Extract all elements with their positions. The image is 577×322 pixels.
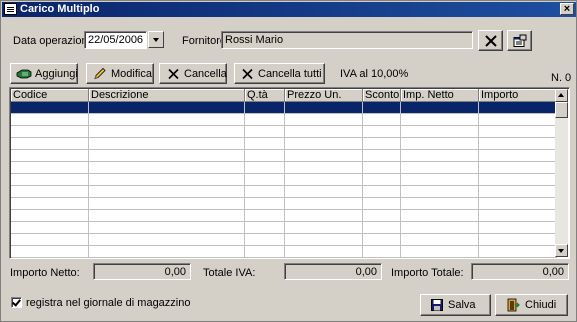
exit-door-icon	[507, 298, 520, 312]
row-count: N. 0	[551, 72, 572, 84]
vat-total-field: 0,00	[284, 263, 382, 280]
delete-all-button-label: Cancella tutti	[258, 67, 322, 80]
column-header-imp-netto[interactable]: Imp. Netto	[401, 89, 479, 102]
document-icon	[4, 3, 17, 15]
supplier-value: Rossi Mario	[225, 34, 284, 46]
edit-button-label: Modifica	[111, 67, 152, 80]
column-header-sconto[interactable]: Sconto	[363, 89, 401, 102]
lookup-icon	[513, 34, 527, 47]
column-header-qta[interactable]: Q.tà	[245, 89, 285, 102]
floppy-icon	[431, 299, 443, 311]
delete-all-button[interactable]: Cancella tutti	[234, 63, 325, 84]
date-value: 22/05/2006	[88, 34, 144, 46]
column-header-codice[interactable]: Codice	[11, 89, 89, 102]
edit-button[interactable]: Modifica	[86, 63, 154, 84]
column-header-importo[interactable]: Importo	[479, 89, 557, 102]
scroll-down-button[interactable]	[555, 244, 568, 257]
net-amount-field: 0,00	[93, 263, 191, 280]
grand-total-value: 0,00	[542, 266, 564, 278]
save-button[interactable]: Salva	[420, 294, 491, 316]
delete-button[interactable]: Cancella	[159, 63, 227, 84]
date-dropdown-button[interactable]	[148, 31, 164, 48]
save-button-label: Salva	[448, 299, 476, 311]
register-checkbox[interactable]	[11, 297, 22, 308]
window-title: Carico Multiplo	[20, 3, 100, 15]
column-divider	[284, 102, 285, 258]
grid-scrollbar[interactable]	[555, 89, 568, 257]
column-header-prezzo[interactable]: Prezzo Un.	[285, 89, 363, 102]
column-divider	[362, 102, 363, 258]
grand-total-field: 0,00	[471, 263, 569, 280]
scroll-thumb[interactable]	[555, 102, 568, 118]
add-hand-icon	[16, 69, 32, 78]
close-window-button[interactable]: ×	[560, 3, 574, 15]
column-divider	[244, 102, 245, 258]
net-amount-label: Importo Netto:	[10, 267, 80, 279]
x-icon	[485, 34, 497, 47]
register-label: registra nel giornale di magazzino	[26, 297, 191, 309]
close-button-label: Chiudi	[525, 299, 557, 311]
items-grid[interactable]: Codice Descrizione Q.tà Prezzo Un. Scont…	[9, 87, 570, 259]
column-divider	[400, 102, 401, 258]
column-divider	[478, 102, 479, 258]
clear-supplier-button[interactable]	[478, 30, 503, 51]
carico-multiplo-window: Carico Multiplo × Data operazione: 22/05…	[0, 0, 577, 322]
grand-total-label: Importo Totale:	[391, 267, 464, 279]
delete-button-label: Cancella	[184, 67, 227, 80]
grid-body	[11, 102, 557, 258]
scroll-up-button[interactable]	[555, 89, 568, 102]
pencil-icon	[94, 67, 106, 79]
vat-info: IVA al 10,00%	[340, 68, 409, 80]
column-divider	[88, 102, 89, 258]
date-field[interactable]: 22/05/2006	[84, 31, 147, 49]
net-amount-value: 0,00	[164, 266, 186, 278]
vat-total-value: 0,00	[355, 266, 377, 278]
grid-header: Codice Descrizione Q.tà Prezzo Un. Scont…	[11, 89, 557, 102]
supplier-field[interactable]: Rossi Mario	[221, 31, 473, 49]
x-icon	[242, 68, 253, 79]
lookup-supplier-button[interactable]	[507, 30, 532, 51]
add-button[interactable]: Aggiungi	[10, 63, 78, 84]
x-icon	[168, 68, 179, 79]
column-header-descrizione[interactable]: Descrizione	[89, 89, 245, 102]
add-button-label: Aggiungi	[35, 67, 78, 80]
close-button[interactable]: Chiudi	[495, 294, 568, 316]
vat-total-label: Totale IVA:	[203, 267, 256, 279]
title-bar: Carico Multiplo ×	[2, 2, 576, 17]
